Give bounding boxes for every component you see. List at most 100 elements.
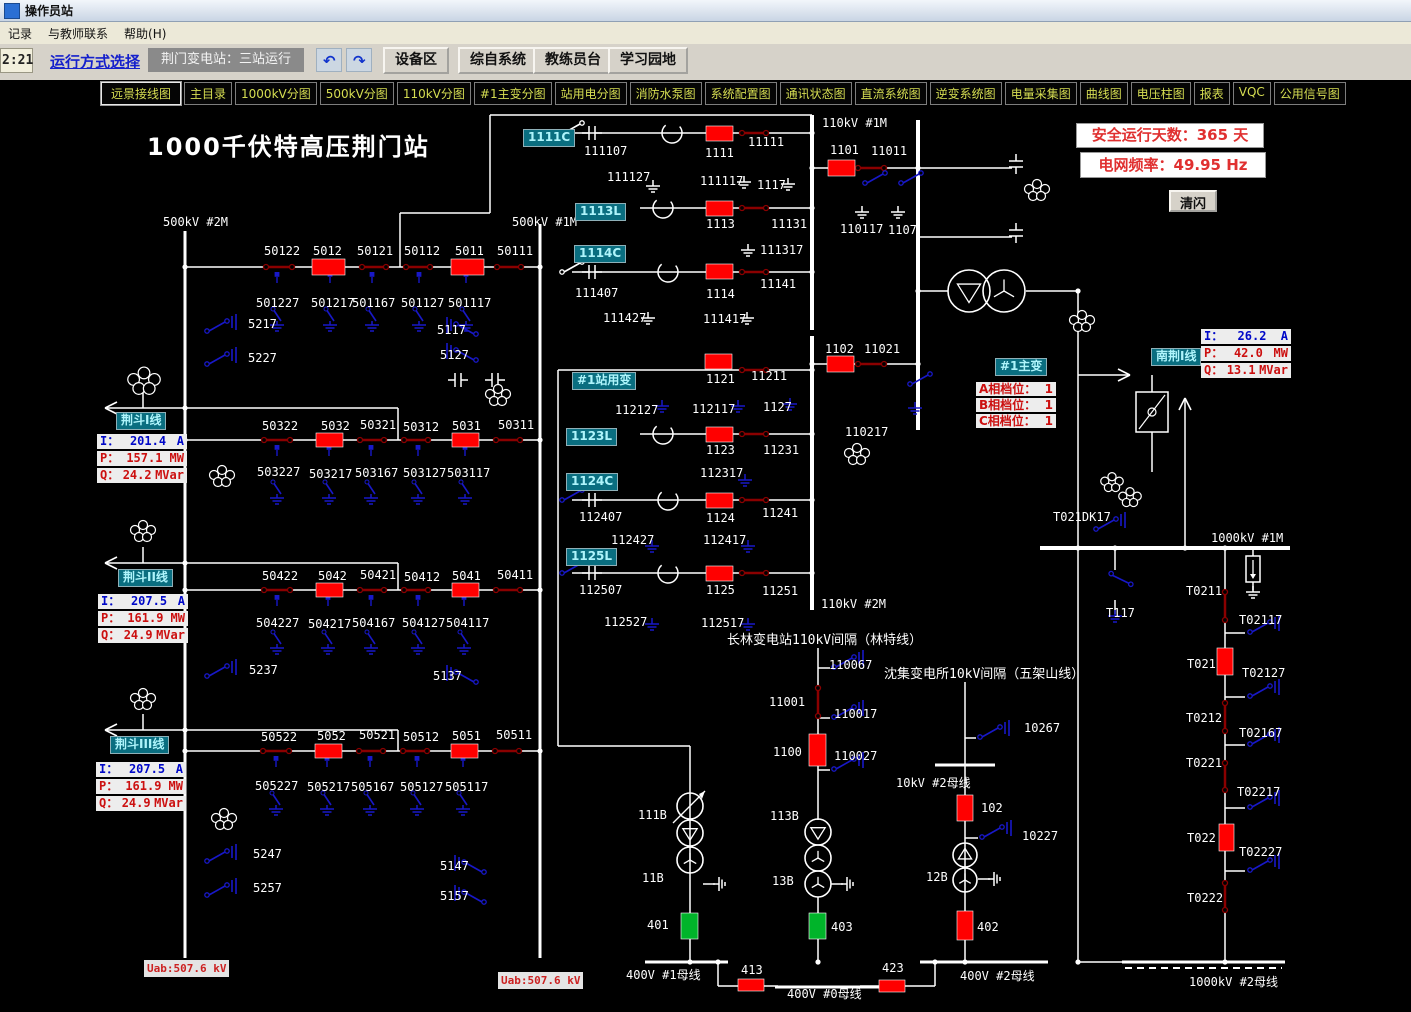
- isolator-switch[interactable]: [494, 588, 523, 593]
- line-tag[interactable]: 荆斗II线: [118, 569, 173, 587]
- breaker-closed[interactable]: [451, 744, 478, 758]
- isolator-switch[interactable]: [402, 438, 431, 443]
- breaker-open[interactable]: [681, 913, 698, 939]
- clear-flash-button[interactable]: 清闪: [1169, 190, 1217, 212]
- disconnector-icon[interactable]: [978, 720, 1009, 739]
- undo-icon[interactable]: ↶: [316, 48, 342, 72]
- isolator-switch[interactable]: [1223, 590, 1228, 623]
- isolator-switch[interactable]: [816, 686, 821, 719]
- breaker-closed[interactable]: [452, 433, 479, 447]
- disconnector-icon[interactable]: [205, 878, 236, 897]
- breaker-closed[interactable]: [827, 356, 854, 372]
- menu-item-2[interactable]: 帮助(H): [116, 23, 174, 44]
- isolator-switch[interactable]: [262, 438, 293, 443]
- isolator-switch[interactable]: [358, 438, 387, 443]
- breaker-closed[interactable]: [809, 734, 826, 766]
- isolator-switch[interactable]: [401, 749, 430, 754]
- isolator-switch[interactable]: [494, 438, 523, 443]
- isolator-switch[interactable]: [264, 265, 295, 270]
- toolbar-button-2[interactable]: 教练员台: [533, 47, 613, 74]
- isolator-switch[interactable]: [856, 166, 887, 171]
- disconnector-icon[interactable]: [205, 659, 236, 678]
- isolator-switch[interactable]: [404, 265, 433, 270]
- breaker-closed[interactable]: [705, 354, 732, 369]
- breaker-open[interactable]: [809, 913, 826, 939]
- isolator-switch[interactable]: [740, 206, 769, 211]
- bay-tag[interactable]: 1113L: [575, 203, 626, 221]
- disconnector-icon[interactable]: [205, 347, 236, 366]
- breaker-closed[interactable]: [828, 160, 855, 176]
- breaker-closed[interactable]: [706, 126, 733, 141]
- tab-9[interactable]: 通讯状态图: [780, 82, 852, 105]
- disconnector-icon[interactable]: [205, 314, 236, 333]
- bay-tag[interactable]: 1111C: [523, 129, 575, 147]
- tab-14[interactable]: 电压柱图: [1131, 82, 1191, 105]
- isolator-switch[interactable]: [740, 432, 769, 437]
- isolator-switch[interactable]: [360, 265, 389, 270]
- breaker-closed[interactable]: [879, 980, 905, 992]
- breaker-closed[interactable]: [1217, 648, 1233, 675]
- breaker-closed[interactable]: [706, 427, 733, 442]
- toolbar-button-3[interactable]: 学习园地: [608, 47, 688, 74]
- bay-tag[interactable]: 1114C: [574, 245, 626, 263]
- breaker-closed[interactable]: [315, 744, 342, 758]
- isolator-switch[interactable]: [1223, 761, 1228, 793]
- tab-17[interactable]: 公用信号图: [1274, 82, 1346, 105]
- disconnector-icon[interactable]: [205, 844, 236, 863]
- menu-item-1[interactable]: 与教师联系: [40, 23, 116, 44]
- disconnector-icon[interactable]: [1248, 679, 1279, 698]
- tab-8[interactable]: 系统配置图: [705, 82, 777, 105]
- tab-5[interactable]: #1主变分图: [474, 82, 552, 105]
- disconnector-icon[interactable]: [980, 820, 1011, 839]
- breaker-closed[interactable]: [738, 979, 764, 991]
- redo-icon[interactable]: ↷: [346, 48, 372, 72]
- isolator-switch[interactable]: [262, 588, 293, 593]
- isolator-switch[interactable]: [740, 571, 769, 576]
- tab-3[interactable]: 500kV分图: [320, 82, 394, 105]
- tab-16[interactable]: VQC: [1233, 82, 1271, 105]
- breaker-closed[interactable]: [316, 583, 343, 597]
- disconnector-icon[interactable]: [863, 171, 887, 185]
- bay-tag[interactable]: 1125L: [566, 548, 617, 566]
- breaker-closed[interactable]: [957, 911, 973, 940]
- toolbar-button-1[interactable]: 综自系统: [458, 47, 538, 74]
- menu-item-0[interactable]: 记录: [0, 23, 40, 44]
- breaker-closed[interactable]: [451, 259, 484, 275]
- disconnector-icon[interactable]: [1108, 565, 1134, 593]
- tab-2[interactable]: 1000kV分图: [235, 82, 317, 105]
- tab-10[interactable]: 直流系统图: [855, 82, 927, 105]
- run-mode-button[interactable]: 运行方式选择: [44, 50, 146, 73]
- breaker-closed[interactable]: [452, 583, 479, 597]
- tab-7[interactable]: 消防水泵图: [630, 82, 702, 105]
- breaker-closed[interactable]: [312, 259, 345, 275]
- transformer-tag[interactable]: #1主变: [995, 358, 1047, 376]
- line-tag[interactable]: 荆斗I线: [116, 412, 166, 430]
- isolator-switch[interactable]: [740, 498, 769, 503]
- isolator-switch[interactable]: [357, 749, 386, 754]
- toolbar-button-0[interactable]: 设备区: [383, 47, 449, 74]
- bay-tag[interactable]: #1站用变: [572, 372, 636, 390]
- isolator-switch[interactable]: [495, 265, 524, 270]
- isolator-switch[interactable]: [493, 749, 522, 754]
- breaker-closed[interactable]: [706, 264, 733, 279]
- isolator-switch[interactable]: [261, 749, 292, 754]
- bay-tag[interactable]: 1124C: [566, 473, 618, 491]
- line-tag[interactable]: 南荆I线: [1151, 348, 1201, 366]
- breaker-closed[interactable]: [316, 433, 343, 447]
- isolator-switch[interactable]: [1223, 701, 1228, 734]
- bay-tag[interactable]: 1123L: [566, 428, 617, 446]
- tab-4[interactable]: 110kV分图: [397, 82, 471, 105]
- line-tag[interactable]: 荆斗III线: [110, 736, 169, 754]
- isolator-switch[interactable]: [740, 270, 769, 275]
- tab-13[interactable]: 曲线图: [1080, 82, 1128, 105]
- breaker-closed[interactable]: [706, 493, 733, 508]
- breaker-closed[interactable]: [957, 795, 973, 821]
- breaker-closed[interactable]: [706, 201, 733, 216]
- tab-1[interactable]: 主目录: [184, 82, 232, 105]
- tab-12[interactable]: 电量采集图: [1005, 82, 1077, 105]
- isolator-switch[interactable]: [1223, 881, 1228, 913]
- breaker-closed[interactable]: [706, 566, 733, 581]
- tab-15[interactable]: 报表: [1194, 82, 1230, 105]
- tab-0[interactable]: 远景接线图: [101, 82, 181, 105]
- isolator-switch[interactable]: [358, 588, 387, 593]
